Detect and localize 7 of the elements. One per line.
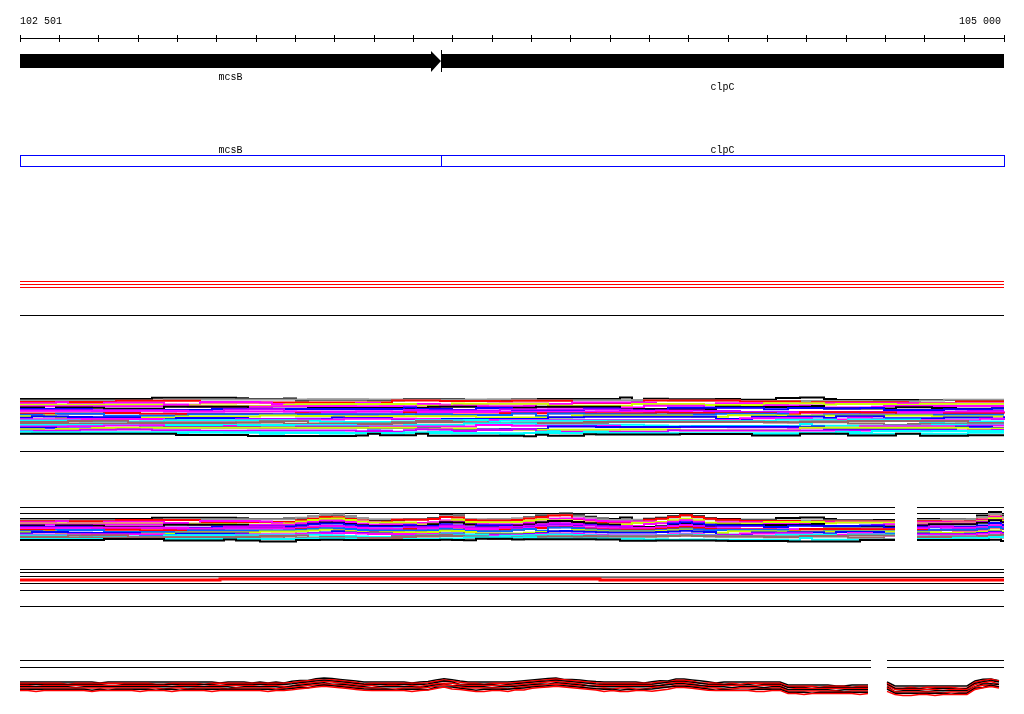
annotation-label: clpC (710, 145, 735, 156)
gene-label: mcsB (218, 72, 243, 83)
annotation-label: mcsB (218, 145, 243, 156)
gene-label: clpC (710, 82, 735, 93)
gene-boundary-tick (441, 49, 442, 73)
ruler-end-label: 105 000 (959, 16, 1001, 27)
ruler-start-label: 102 501 (20, 16, 62, 27)
